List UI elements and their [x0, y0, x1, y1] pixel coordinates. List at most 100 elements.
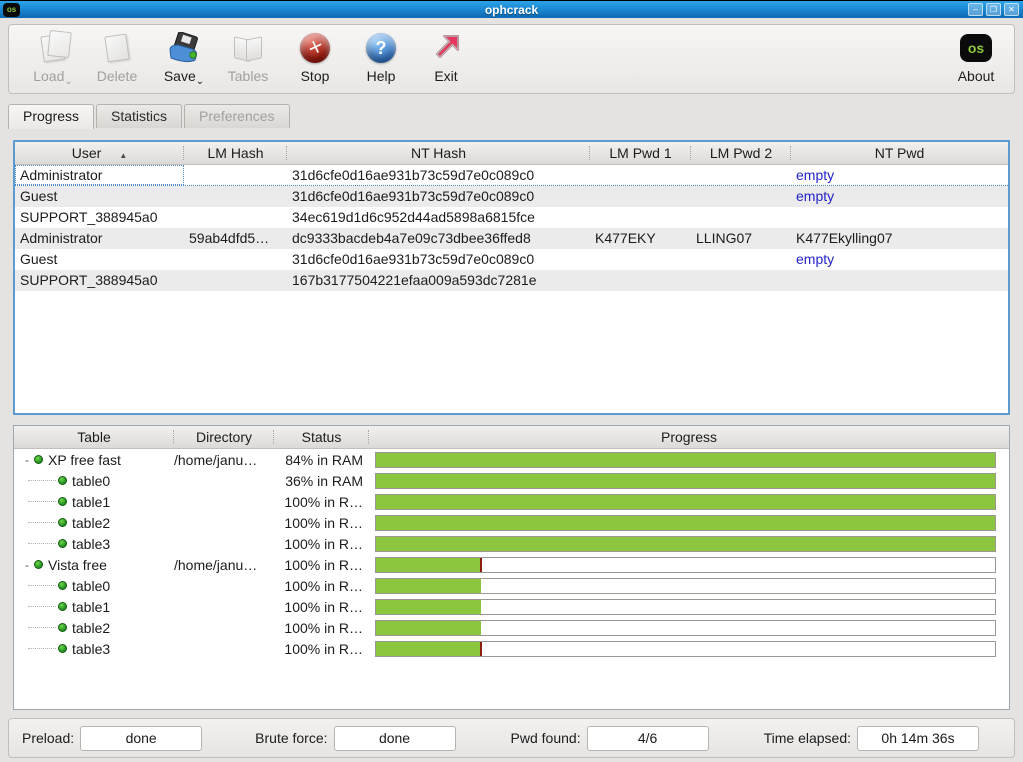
progress-marker [480, 641, 483, 656]
cell-lm-pwd2 [691, 249, 791, 270]
time-elapsed-value: 0h 14m 36s [857, 725, 980, 751]
hash-table-header: User ▲ LM Hash NT Hash LM Pwd 1 LM Pwd 2 … [15, 142, 1008, 165]
load-button[interactable]: Load⌄ [27, 30, 79, 87]
hash-row[interactable]: SUPPORT_388945a0 167b3177504221efaa009a59… [15, 270, 1008, 291]
stop-button[interactable]: ✕ Stop [294, 30, 336, 84]
directory-cell: /home/janu… [174, 451, 258, 468]
tab-progress[interactable]: Progress [8, 104, 95, 129]
progress-bar [375, 493, 996, 510]
hash-row[interactable]: Administrator 31d6cfe0d16ae931b73c59d7e0c… [15, 165, 1008, 186]
status-cell: 84% in RAM [285, 451, 363, 468]
save-button[interactable]: Save⌄ [159, 30, 209, 87]
cell-lm-hash [184, 207, 287, 228]
tab-preferences[interactable]: Preferences [184, 104, 290, 128]
tree-expander[interactable]: - [22, 558, 32, 572]
table-progress-row[interactable]: - Vista free/home/janu… 100% in R… [14, 554, 1009, 575]
table-name: table1 [72, 598, 111, 615]
progress-fill [376, 578, 482, 593]
progress-bar [375, 556, 996, 573]
status-cell: 100% in R… [284, 640, 363, 657]
cell-lm-pwd2 [691, 270, 791, 291]
cell-lm-hash [184, 186, 287, 207]
status-cell: 100% in R… [284, 598, 363, 615]
tree-cell: table1 [14, 494, 174, 510]
cell-lm-pwd1 [590, 249, 691, 270]
progress-bar [375, 451, 996, 468]
ophcrack-window: os ophcrack – ❐ ✕ Load⌄ Delete Save⌄ Tab… [0, 0, 1023, 762]
maximize-button[interactable]: ❐ [986, 3, 1001, 16]
about-button[interactable]: os About [952, 30, 1000, 84]
column-header-lm-pwd1[interactable]: LM Pwd 1 [590, 142, 691, 164]
column-header-user[interactable]: User ▲ [15, 142, 184, 164]
table-progress-row[interactable]: table0 100% in R… [14, 575, 1009, 596]
cell-lm-pwd1: K477EKY [595, 230, 656, 246]
progress-bar [375, 640, 996, 657]
load-dropdown-caret: ⌄ [64, 76, 73, 87]
hash-row[interactable]: SUPPORT_388945a0 34ec619d1d6c952d44ad5898… [15, 207, 1008, 228]
table-progress-row[interactable]: table0 36% in RAM [14, 470, 1009, 491]
table-name: XP free fast [48, 451, 121, 468]
cell-user: SUPPORT_388945a0 [20, 209, 158, 225]
progress-fill [376, 473, 995, 488]
delete-button[interactable]: Delete [89, 30, 145, 84]
cell-lm-pwd1 [590, 270, 691, 291]
table-progress-row[interactable]: table2 100% in R… [14, 617, 1009, 638]
column-header-directory[interactable]: Directory [174, 426, 274, 448]
table-progress-row[interactable]: table3 100% in R… [14, 533, 1009, 554]
cell-lm-hash [184, 249, 287, 270]
exit-button[interactable]: Exit [427, 30, 465, 84]
status-cell: 100% in R… [284, 514, 363, 531]
table-name: table2 [72, 514, 111, 531]
table-status-dot-icon [58, 602, 67, 611]
window-title: ophcrack [484, 2, 539, 17]
tables-icon [221, 30, 275, 66]
column-header-nt-pwd[interactable]: NT Pwd [791, 142, 1008, 164]
cell-nt-hash: dc9333bacdeb4a7e09c73dbee36ffed8 [292, 230, 531, 246]
table-progress-row[interactable]: table1 100% in R… [14, 491, 1009, 512]
delete-icon [89, 30, 145, 66]
progress-fill [376, 452, 995, 467]
hash-table-body: Administrator 31d6cfe0d16ae931b73c59d7e0c… [15, 165, 1008, 291]
time-elapsed-label: Time elapsed: [763, 730, 852, 746]
cell-nt-pwd [791, 270, 1008, 291]
column-header-lm-pwd2[interactable]: LM Pwd 2 [691, 142, 791, 164]
hash-row[interactable]: Guest 31d6cfe0d16ae931b73c59d7e0c089c0 emp… [15, 249, 1008, 270]
table-name: table0 [72, 472, 111, 489]
hash-row[interactable]: Administrator 59ab4dfd5… dc9333bacdeb4a7e0… [15, 228, 1008, 249]
pwd-found-value: 4/6 [586, 725, 709, 751]
tab-statistics[interactable]: Statistics [96, 104, 183, 128]
column-header-table[interactable]: Table [14, 426, 174, 448]
column-header-lm-hash[interactable]: LM Hash [184, 142, 287, 164]
tree-cell: table3 [14, 641, 174, 657]
progress-cell [369, 472, 1009, 489]
progress-bar [375, 535, 996, 552]
help-button[interactable]: ? Help [360, 30, 402, 84]
progress-fill [376, 557, 482, 572]
close-button[interactable]: ✕ [1004, 3, 1019, 16]
progress-cell [369, 640, 1009, 657]
tree-guide-line [28, 606, 56, 607]
help-icon: ? [360, 30, 402, 66]
column-header-nt-hash[interactable]: NT Hash [287, 142, 590, 164]
exit-icon [427, 30, 465, 66]
table-progress-row[interactable]: - XP free fast/home/janu… 84% in RAM [14, 449, 1009, 470]
table-status-dot-icon [58, 644, 67, 653]
table-progress-row[interactable]: table2 100% in R… [14, 512, 1009, 533]
tree-guide-line [28, 543, 56, 544]
title-bar[interactable]: os ophcrack – ❐ ✕ [0, 0, 1023, 18]
progress-marker [480, 557, 483, 572]
status-cell: 100% in R… [284, 577, 363, 594]
table-progress-row[interactable]: table3 100% in R… [14, 638, 1009, 659]
hash-row[interactable]: Guest 31d6cfe0d16ae931b73c59d7e0c089c0 emp… [15, 186, 1008, 207]
column-header-progress[interactable]: Progress [369, 426, 1009, 448]
progress-bar [375, 619, 996, 636]
preload-label: Preload: [22, 730, 75, 746]
progress-fill [376, 641, 482, 656]
minimize-button[interactable]: – [968, 3, 983, 16]
tables-button[interactable]: Tables [221, 30, 275, 84]
column-header-status[interactable]: Status [274, 426, 369, 448]
table-progress-row[interactable]: table1 100% in R… [14, 596, 1009, 617]
table-status-dot-icon [34, 560, 43, 569]
tree-expander[interactable]: - [22, 453, 32, 467]
progress-fill [376, 536, 995, 551]
